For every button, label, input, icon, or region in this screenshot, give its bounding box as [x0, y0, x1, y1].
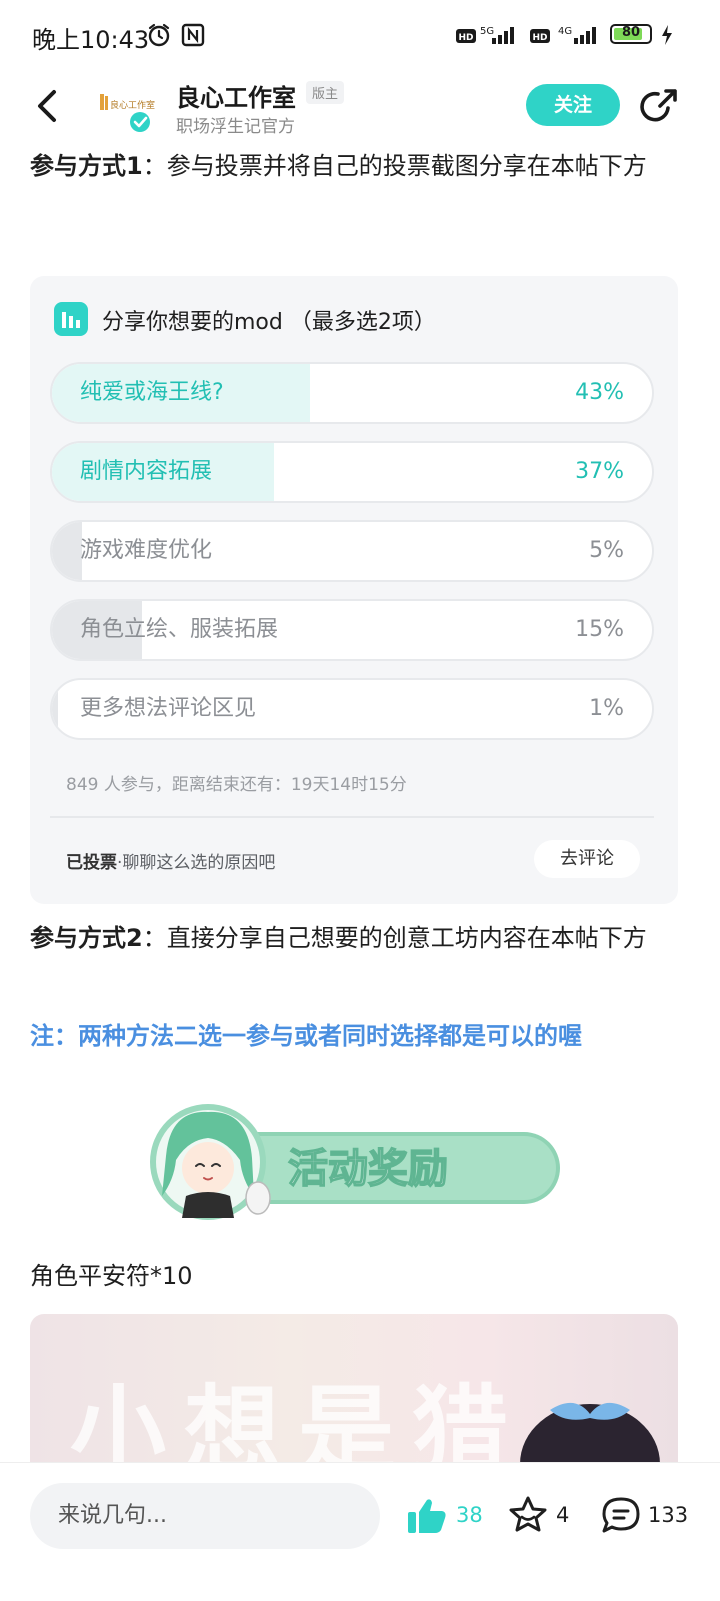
battery-icon: 80	[610, 24, 652, 44]
follow-button[interactable]: 关注	[526, 84, 620, 126]
status-bar: 晚上10:43 HD 5G HD 4G 80	[0, 0, 720, 72]
avatar[interactable]: 良心工作室	[96, 82, 156, 134]
signal-icon-2: HD 4G	[530, 26, 596, 44]
method2-paragraph: 参与方式2：直接分享自己想要的创意工坊内容在本帖下方	[30, 914, 690, 962]
studio-logo: 良心工作室	[100, 94, 155, 132]
studio-subtitle: 职场浮生记官方	[176, 117, 295, 137]
star-count: 4	[556, 1503, 570, 1527]
poll-option-label: 纯爱或海王线?	[80, 380, 224, 405]
reward-line: 角色平安符*10	[30, 1262, 193, 1290]
voted-status: 已投票·聊聊这么选的原因吧	[66, 848, 275, 873]
poll-option[interactable]: 游戏难度优化 5%	[50, 520, 654, 582]
voted-label: 已投票	[66, 853, 117, 873]
like-icon[interactable]	[406, 1497, 448, 1535]
method1-text: ：参与投票并将自己的投票截图分享在本帖下方	[142, 152, 647, 180]
star-icon[interactable]	[508, 1495, 548, 1535]
method2-text: ：直接分享自己想要的创意工坊内容在本帖下方	[142, 924, 647, 952]
poll-chart-icon	[54, 302, 88, 336]
poll-option-percent: 43%	[575, 380, 624, 405]
comment-input[interactable]: 来说几句...	[30, 1483, 380, 1549]
poll-option-percent: 1%	[589, 696, 624, 721]
nfc-icon	[181, 23, 205, 47]
banner-text: 活动奖励	[288, 1146, 448, 1192]
poll-option[interactable]: 更多想法评论区见 1%	[50, 678, 654, 740]
charging-icon	[662, 25, 672, 45]
poll-option-label: 剧情内容拓展	[80, 459, 213, 484]
moderator-badge: 版主	[306, 81, 345, 104]
status-time: 晚上10:43	[32, 26, 150, 54]
svg-text:良心工作室: 良心工作室	[110, 99, 155, 111]
alarm-icon	[148, 23, 170, 47]
battery-level: 80	[621, 25, 641, 40]
poll-option-label: 角色立绘、服装拓展	[80, 617, 279, 642]
bottom-bar: 来说几句... 38 4 133	[0, 1462, 720, 1601]
studio-name[interactable]: 良心工作室	[176, 78, 296, 113]
signal-icon-1: HD 5G	[456, 26, 514, 44]
svg-text:4G: 4G	[558, 26, 572, 37]
note-text: 注：两种方法二选一参与或者同时选择都是可以的喔	[30, 1022, 582, 1050]
post-image-text: 小想是猎	[70, 1375, 526, 1474]
poll-option-percent: 5%	[589, 538, 624, 563]
comment-count: 133	[648, 1503, 689, 1527]
poll-option-percent: 37%	[575, 459, 624, 484]
poll-option-fill	[52, 522, 82, 580]
poll-option[interactable]: 纯爱或海王线? 43%	[50, 362, 654, 424]
method1-label: 参与方式1	[30, 152, 143, 180]
like-count: 38	[456, 1503, 483, 1527]
method2-label: 参与方式2	[30, 924, 143, 952]
poll-title: 分享你想要的mod （最多选2项）	[102, 310, 436, 335]
poll-option-label: 更多想法评论区见	[80, 696, 257, 721]
voted-hint: ·聊聊这么选的原因吧	[117, 853, 276, 873]
poll-option-label: 游戏难度优化	[80, 538, 213, 563]
poll-card: 分享你想要的mod （最多选2项） 纯爱或海王线? 43% 剧情内容拓展 37%…	[30, 276, 678, 904]
post-image-graphic: 小想是猎	[70, 1375, 660, 1474]
method1-paragraph: 参与方式1：参与投票并将自己的投票截图分享在本帖下方	[30, 142, 690, 190]
poll-option-percent: 15%	[575, 617, 624, 642]
comment-icon[interactable]	[600, 1495, 642, 1535]
poll-meta: 849 人参与，距离结束还有：19天14时15分	[66, 775, 407, 795]
poll-option[interactable]: 角色立绘、服装拓展 15%	[50, 599, 654, 661]
poll-option[interactable]: 剧情内容拓展 37%	[50, 441, 654, 503]
poll-option-fill	[52, 680, 58, 738]
reward-banner-graphic: 活动奖励	[150, 1104, 560, 1220]
post-image[interactable]: 小想是猎	[30, 1314, 678, 1474]
svg-text:HD: HD	[532, 33, 547, 43]
divider	[50, 816, 654, 818]
back-icon[interactable]	[30, 86, 66, 126]
svg-text:HD: HD	[458, 33, 473, 43]
svg-text:5G: 5G	[480, 26, 494, 37]
reward-banner: 活动奖励	[146, 1100, 566, 1222]
go-comment-button[interactable]: 去评论	[534, 840, 640, 878]
share-icon[interactable]	[638, 86, 680, 128]
